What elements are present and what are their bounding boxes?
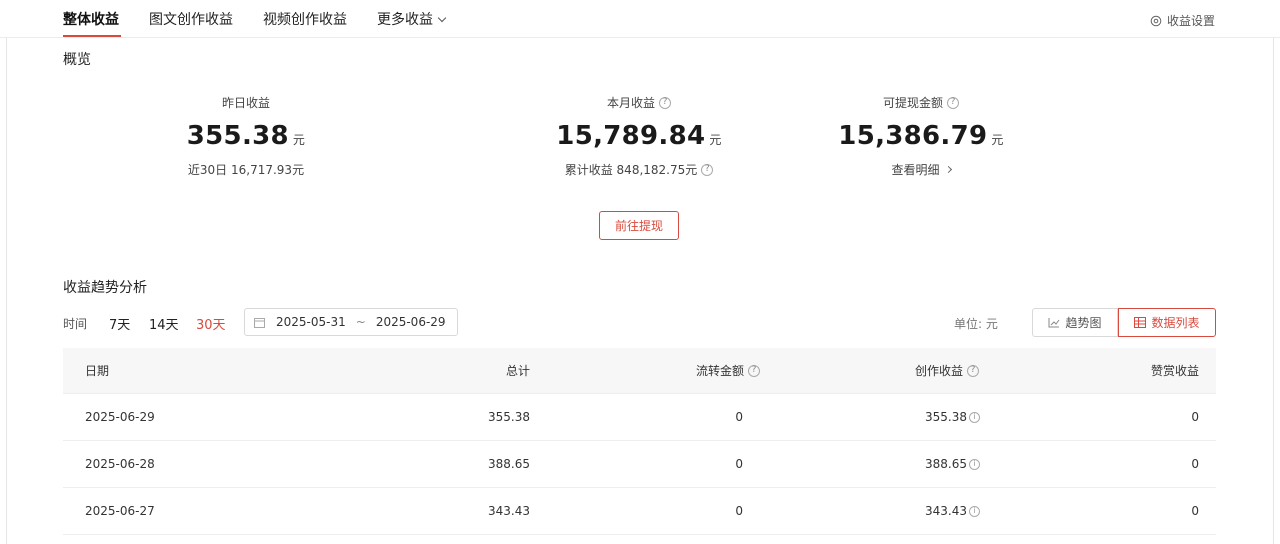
cell-create-value: 388.65 — [925, 457, 967, 471]
earnings-table: 日期 总计 流转金额? 创作收益? 赞赏收益 2025-06-29 355.38… — [63, 348, 1216, 535]
metric-month-sub-wrap: 累计收益 848,182.75元? — [565, 161, 714, 178]
header-create: 创作收益? — [915, 348, 979, 393]
cell-create-value: 343.43 — [925, 504, 967, 518]
withdraw-button[interactable]: 前往提现 — [599, 211, 679, 240]
cell-total: 343.43 — [488, 504, 530, 518]
cell-tip: 0 — [1191, 457, 1199, 471]
table-header: 日期 总计 流转金额? 创作收益? 赞赏收益 — [63, 348, 1216, 394]
help-icon[interactable]: ? — [659, 96, 671, 109]
view-details-link[interactable]: 查看明细 — [891, 161, 952, 178]
metric-month-label: 本月收益 — [606, 96, 655, 110]
date-range-picker[interactable]: 2025-05-31 ~ 2025-06-29 — [244, 308, 458, 336]
tab-more-label: 更多收益 — [377, 12, 433, 28]
trend-chart-label: 趋势图 — [1065, 316, 1102, 330]
settings-label: 收益设置 — [1166, 14, 1215, 28]
info-icon[interactable]: i — [969, 505, 980, 517]
tab-more-earnings[interactable]: 更多收益 — [377, 9, 447, 29]
metric-month-sub: 累计收益 848,182.75元 — [564, 163, 698, 177]
cell-create: 343.43 i — [925, 488, 980, 534]
trend-chart-button[interactable]: 趋势图 — [1032, 308, 1118, 337]
unit-label: 单位: 元 — [954, 317, 998, 331]
line-chart-icon — [1048, 318, 1060, 328]
cell-total: 388.65 — [488, 457, 530, 471]
trend-title: 收益趋势分析 — [63, 280, 147, 296]
metric-yesterday-value: 355.38 — [186, 121, 289, 151]
help-icon[interactable]: ? — [967, 364, 979, 377]
help-icon[interactable]: ? — [947, 96, 959, 109]
active-tab-indicator — [63, 35, 121, 37]
cell-tip: 0 — [1191, 504, 1199, 518]
metric-month-value-wrap: 15,789.84 元 — [509, 121, 769, 151]
table-row: 2025-06-27 343.43 0 343.43 i 0 — [63, 488, 1216, 535]
calendar-icon — [254, 317, 265, 328]
table-icon — [1134, 317, 1147, 328]
cell-create-value: 355.38 — [925, 410, 967, 424]
metric-month-label-wrap: 本月收益? — [607, 94, 671, 111]
help-icon[interactable]: ? — [701, 163, 714, 176]
earnings-settings-link[interactable]: 收益设置 — [1150, 12, 1215, 29]
metric-month: 本月收益? 15,789.84 元 累计收益 848,182.75元? — [509, 92, 769, 178]
data-list-button[interactable]: 数据列表 — [1118, 308, 1216, 337]
cell-date: 2025-06-27 — [85, 504, 155, 518]
metric-withdrawable-unit: 元 — [991, 133, 1004, 147]
metric-withdrawable-value: 15,386.79 — [838, 121, 988, 151]
metric-month-unit: 元 — [709, 133, 722, 147]
header-total: 总计 — [505, 364, 530, 378]
header-date: 日期 — [85, 364, 110, 378]
right-border — [1273, 38, 1274, 544]
view-toggle: 趋势图 数据列表 — [1032, 308, 1216, 337]
metric-yesterday-value-wrap: 355.38 元 — [116, 121, 376, 151]
top-tab-bar: 整体收益 图文创作收益 视频创作收益 更多收益 收益设置 — [0, 0, 1280, 38]
metric-yesterday-label: 昨日收益 — [221, 96, 270, 110]
table-row: 2025-06-28 388.65 0 388.65 i 0 — [63, 441, 1216, 488]
metric-withdrawable-label-wrap: 可提现金额? — [883, 94, 959, 111]
cell-flow: 0 — [735, 504, 743, 518]
table-row: 2025-06-29 355.38 0 355.38 i 0 — [63, 394, 1216, 441]
cell-flow: 0 — [735, 457, 743, 471]
left-border — [6, 38, 7, 544]
date-end: 2025-06-29 — [375, 315, 446, 329]
data-list-label: 数据列表 — [1151, 316, 1200, 330]
header-flow: 流转金额? — [696, 348, 760, 393]
header-tip: 赞赏收益 — [1150, 364, 1199, 378]
tab-video-earnings[interactable]: 视频创作收益 — [263, 9, 347, 29]
overview-title: 概览 — [63, 52, 91, 68]
view-details-label: 查看明细 — [891, 163, 940, 177]
gear-icon — [1150, 15, 1162, 26]
info-icon[interactable]: i — [969, 411, 980, 423]
cell-total: 355.38 — [488, 410, 530, 424]
chevron-down-icon — [437, 13, 447, 23]
tab-article-earnings[interactable]: 图文创作收益 — [149, 9, 233, 29]
metric-yesterday-sub: 近30日 16,717.93元 — [187, 163, 305, 177]
help-icon[interactable]: ? — [748, 364, 760, 377]
metric-yesterday: 昨日收益 355.38 元 近30日 16,717.93元 — [116, 92, 376, 178]
time-filter-label: 时间 — [63, 317, 88, 331]
cell-date: 2025-06-28 — [85, 457, 155, 471]
cell-flow: 0 — [735, 410, 743, 424]
chevron-right-icon — [944, 165, 952, 174]
cell-create: 388.65 i — [925, 441, 980, 487]
header-flow-label: 流转金额 — [695, 364, 744, 378]
metric-yesterday-unit: 元 — [292, 133, 306, 147]
range-7-days[interactable]: 7天 — [109, 314, 130, 333]
metric-withdrawable: 可提现金额? 15,386.79 元 查看明细 — [791, 92, 1051, 178]
info-icon[interactable]: i — [969, 458, 980, 470]
cell-tip: 0 — [1191, 410, 1199, 424]
date-start: 2025-05-31 — [276, 315, 346, 329]
cell-create: 355.38 i — [925, 394, 980, 440]
metric-withdrawable-label: 可提现金额 — [882, 96, 943, 110]
metric-month-value: 15,789.84 — [556, 121, 706, 151]
metric-withdrawable-value-wrap: 15,386.79 元 — [791, 121, 1051, 151]
header-create-label: 创作收益 — [914, 364, 963, 378]
date-separator: ~ — [355, 315, 366, 329]
cell-date: 2025-06-29 — [85, 410, 155, 424]
tab-overall-earnings[interactable]: 整体收益 — [63, 9, 119, 29]
range-14-days[interactable]: 14天 — [149, 314, 179, 333]
range-30-days[interactable]: 30天 — [196, 314, 226, 333]
